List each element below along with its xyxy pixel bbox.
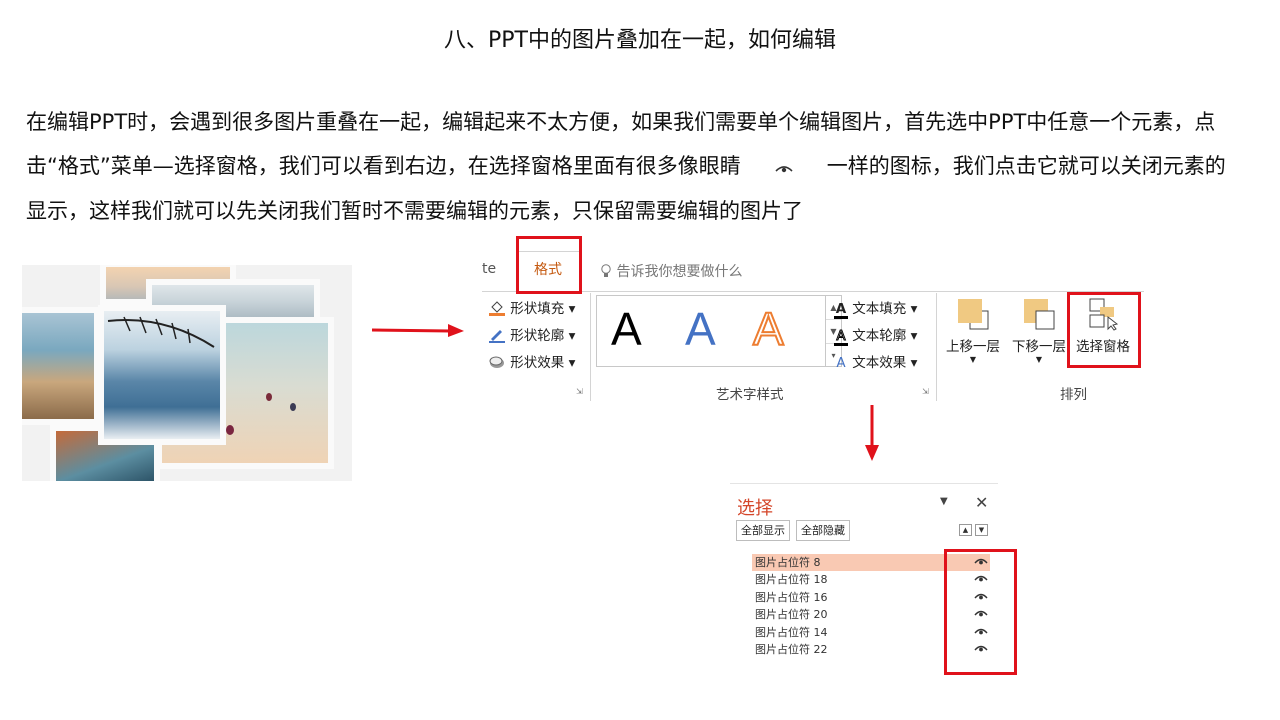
bring-forward-label: 上移一层 bbox=[946, 339, 1000, 355]
highlight-format-tab bbox=[516, 236, 582, 294]
dialog-launcher-icon[interactable]: ⇲ bbox=[922, 387, 929, 396]
pane-options-icon[interactable]: ▼ bbox=[940, 496, 948, 507]
photo-santorini bbox=[98, 305, 226, 445]
pencil-icon bbox=[489, 330, 505, 343]
text-fill-icon: A bbox=[834, 301, 848, 319]
send-backward-button[interactable]: 下移一层 ▼ bbox=[1006, 297, 1072, 364]
group-divider bbox=[590, 293, 591, 401]
shape-fill-label: 形状填充 bbox=[510, 301, 565, 317]
eye-icon bbox=[741, 145, 827, 189]
highlight-eye-column bbox=[944, 549, 1017, 675]
shape-fill-button[interactable]: 形状填充 ▾ bbox=[488, 297, 575, 317]
group-divider bbox=[936, 293, 937, 401]
right-arrow bbox=[372, 324, 464, 337]
list-item-label: 图片占位符 8 bbox=[755, 556, 821, 569]
bring-forward-button[interactable]: 上移一层 ▼ bbox=[940, 297, 1006, 364]
balloon-dot bbox=[290, 403, 296, 411]
wordart-gallery[interactable]: A A A bbox=[596, 295, 826, 367]
effects-icon bbox=[489, 356, 504, 368]
wordart-black[interactable]: A bbox=[611, 302, 642, 356]
text-fill-button[interactable]: A 文本填充 ▾ bbox=[834, 297, 917, 319]
text-effects-button[interactable]: A 文本效果 ▾ bbox=[834, 351, 917, 371]
photo-coast-town bbox=[22, 307, 100, 425]
text-outline-button[interactable]: A 文本轮廓 ▾ bbox=[834, 324, 917, 346]
highlight-selection-pane bbox=[1067, 292, 1141, 368]
group-label-wordart: 艺术字样式 bbox=[716, 387, 784, 403]
shape-outline-label: 形状轮廓 bbox=[510, 328, 565, 344]
dropdown-caret-icon: ▼ bbox=[1035, 355, 1043, 364]
dropdown-caret-icon: ▼ bbox=[969, 355, 977, 364]
wordart-blue[interactable]: A bbox=[685, 302, 716, 356]
tab-partial[interactable]: te bbox=[482, 261, 496, 277]
text-effects-label: 文本效果 bbox=[852, 355, 907, 371]
dialog-launcher-icon[interactable]: ⇲ bbox=[576, 387, 583, 396]
pane-title: 选择 bbox=[737, 498, 773, 519]
shape-outline-button[interactable]: 形状轮廓 ▾ bbox=[488, 324, 575, 344]
show-all-button[interactable]: 全部显示 bbox=[736, 520, 790, 541]
list-item-label: 图片占位符 16 bbox=[755, 590, 828, 604]
list-item-label: 图片占位符 14 bbox=[755, 625, 828, 639]
text-outline-icon: A bbox=[834, 329, 848, 346]
group-label-arrange: 排列 bbox=[1060, 387, 1087, 403]
page-title: 八、PPT中的图片叠加在一起，如何编辑 bbox=[444, 28, 836, 53]
wordart-orange-outline[interactable]: A bbox=[752, 302, 785, 356]
overlapping-pictures-collage bbox=[22, 265, 352, 481]
down-arrow bbox=[865, 405, 879, 461]
send-backward-icon bbox=[1024, 299, 1055, 330]
tell-me-box[interactable]: 告诉我你想要做什么 bbox=[600, 261, 742, 281]
format-ribbon: te 格式 告诉我你想要做什么 形状填充 ▾ 形状轮廓 ▾ 形状效果 ▾ ⇲ A… bbox=[482, 236, 1144, 403]
tell-me-text: 告诉我你想要做什么 bbox=[616, 264, 743, 280]
text-outline-label: 文本轮廓 bbox=[852, 328, 907, 344]
text-fill-label: 文本填充 bbox=[852, 301, 907, 317]
shape-effects-button[interactable]: 形状效果 ▾ bbox=[488, 351, 575, 371]
selection-pane: 选择 ▼ ✕ 全部显示 全部隐藏 ▲ ▼ 图片占位符 8 图片占位符 18 图片占位… bbox=[730, 483, 1017, 675]
lightbulb-icon bbox=[601, 264, 611, 277]
list-item-label: 图片占位符 22 bbox=[755, 643, 828, 656]
close-icon[interactable]: ✕ bbox=[975, 493, 988, 512]
list-item-label: 图片占位符 20 bbox=[755, 608, 828, 622]
bring-forward-icon bbox=[958, 299, 989, 330]
balloon-dot bbox=[226, 425, 234, 435]
shape-effects-label: 形状效果 bbox=[510, 355, 565, 371]
move-up-icon[interactable]: ▲ bbox=[959, 524, 972, 536]
text-effects-icon: A bbox=[836, 355, 846, 371]
balloon-dot bbox=[266, 393, 272, 401]
hide-all-button[interactable]: 全部隐藏 bbox=[796, 520, 850, 541]
send-backward-label: 下移一层 bbox=[1012, 339, 1066, 355]
paint-bucket-icon bbox=[489, 301, 505, 316]
list-item-label: 图片占位符 18 bbox=[755, 573, 828, 587]
palm-leaf bbox=[107, 316, 215, 348]
body-paragraph: 在编辑PPT时，会遇到很多图片重叠在一起，编辑起来不太方便，如果我们需要单个编辑… bbox=[26, 100, 1241, 233]
move-down-icon[interactable]: ▼ bbox=[975, 524, 988, 536]
